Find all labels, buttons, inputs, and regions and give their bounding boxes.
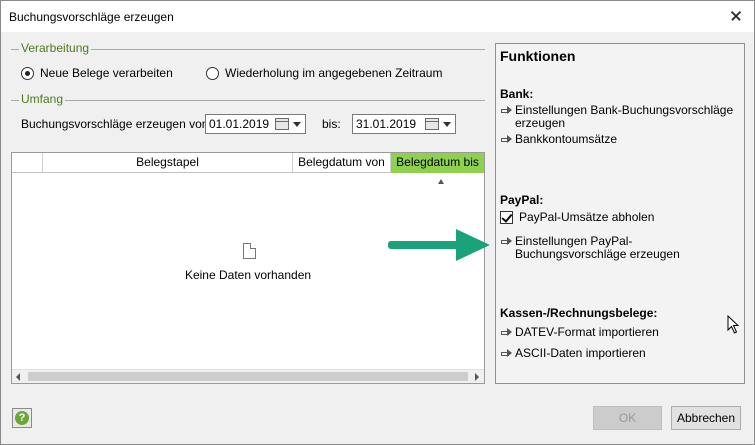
title-bar: Buchungsvorschläge erzeugen bbox=[1, 1, 754, 32]
link-label[interactable]: DATEV-Format importieren bbox=[515, 326, 659, 339]
chevron-down-icon[interactable] bbox=[293, 121, 301, 127]
close-icon[interactable] bbox=[722, 3, 750, 29]
radio-wiederholung[interactable]: Wiederholung im angegebenen Zeitraum bbox=[206, 65, 442, 81]
checkbox-label: PayPal-Umsätze abholen bbox=[519, 210, 655, 224]
arrow-right-icon bbox=[500, 326, 515, 338]
radio-label: Wiederholung im angegebenen Zeitraum bbox=[225, 66, 443, 80]
arrow-right-icon bbox=[500, 104, 515, 116]
umfang-group: Umfang bbox=[11, 92, 485, 107]
bank-section-title: Bank: bbox=[500, 87, 534, 101]
cancel-button[interactable]: Abbrechen bbox=[671, 406, 741, 430]
document-icon bbox=[243, 243, 256, 259]
radio-neue-belege[interactable]: Neue Belege verarbeiten bbox=[21, 65, 173, 81]
belegstapel-grid[interactable]: Belegstapel Belegdatum von Belegdatum bi… bbox=[11, 152, 485, 384]
verarbeitung-group-label: Verarbeitung bbox=[19, 41, 92, 55]
checkbox-checked-icon[interactable] bbox=[500, 210, 513, 224]
sort-ascending-icon bbox=[437, 179, 444, 185]
to-date-label: bis: bbox=[322, 117, 341, 131]
to-date-value[interactable]: 31.01.2019 bbox=[353, 117, 425, 131]
arrow-right-icon bbox=[500, 133, 515, 145]
help-button[interactable]: ? bbox=[12, 408, 32, 428]
link-label[interactable]: Einstellungen Bank-Buchungsvorschläge er… bbox=[515, 104, 736, 130]
annotation-arrow-shaft bbox=[388, 241, 460, 249]
paypal-section-title: PayPal: bbox=[500, 193, 544, 207]
column-header-label: Belegdatum bis bbox=[396, 155, 479, 169]
horizontal-scrollbar[interactable] bbox=[12, 369, 484, 383]
chevron-down-icon[interactable] bbox=[443, 121, 451, 127]
from-date-value[interactable]: 01.01.2019 bbox=[206, 117, 275, 131]
scroll-left-icon[interactable] bbox=[12, 370, 26, 383]
radio-selected-icon bbox=[21, 66, 34, 80]
link-label[interactable]: ASCII-Daten importieren bbox=[515, 347, 646, 360]
calendar-icon[interactable] bbox=[425, 118, 439, 130]
mouse-cursor-icon bbox=[727, 315, 740, 334]
arrow-right-icon bbox=[500, 347, 515, 359]
link-ascii-import[interactable]: ASCII-Daten importieren bbox=[500, 347, 736, 360]
column-header-belegdatum-von[interactable]: Belegdatum von bbox=[293, 153, 391, 173]
radio-unselected-icon bbox=[206, 66, 219, 80]
link-label[interactable]: Einstellungen PayPal-Buchungsvorschläge … bbox=[515, 235, 736, 261]
link-datev-import[interactable]: DATEV-Format importieren bbox=[500, 326, 736, 339]
link-paypal-einstellungen[interactable]: Einstellungen PayPal-Buchungsvorschläge … bbox=[500, 235, 736, 261]
scroll-right-icon[interactable] bbox=[470, 370, 484, 383]
group-divider bbox=[11, 100, 485, 101]
column-header-belegstapel[interactable]: Belegstapel bbox=[43, 153, 293, 173]
help-icon: ? bbox=[15, 411, 29, 425]
to-date-field[interactable]: 31.01.2019 bbox=[352, 114, 456, 134]
link-bank-einstellungen[interactable]: Einstellungen Bank-Buchungsvorschläge er… bbox=[500, 104, 736, 130]
link-label[interactable]: Bankkontoumsätze bbox=[515, 133, 617, 146]
paypal-umsaetze-checkbox[interactable]: PayPal-Umsätze abholen bbox=[500, 210, 654, 224]
panel-title: Funktionen bbox=[500, 48, 576, 64]
annotation-arrow-head bbox=[456, 229, 490, 261]
column-header-belegdatum-bis[interactable]: Belegdatum bis bbox=[391, 153, 484, 185]
arrow-right-icon bbox=[500, 235, 515, 247]
link-bankkontoumsaetze[interactable]: Bankkontoumsätze bbox=[500, 133, 736, 146]
kassen-section-title: Kassen-/Rechnungsbelege: bbox=[500, 306, 658, 320]
grid-header: Belegstapel Belegdatum von Belegdatum bi… bbox=[12, 153, 484, 185]
grid-header-selector[interactable] bbox=[12, 153, 43, 173]
annotation-arrow-icon bbox=[388, 229, 490, 261]
verarbeitung-group: Verarbeitung bbox=[11, 41, 485, 56]
from-date-field[interactable]: 01.01.2019 bbox=[205, 114, 306, 134]
calendar-icon[interactable] bbox=[275, 118, 289, 130]
from-date-label: Buchungsvorschläge erzeugen von: bbox=[21, 117, 212, 131]
radio-label: Neue Belege verarbeiten bbox=[40, 66, 173, 80]
scrollbar-thumb[interactable] bbox=[28, 372, 468, 381]
ok-button[interactable]: OK bbox=[593, 406, 662, 430]
umfang-group-label: Umfang bbox=[19, 92, 66, 106]
dialog-window: Buchungsvorschläge erzeugen Verarbeitung… bbox=[0, 0, 755, 445]
empty-state-text: Keine Daten vorhanden bbox=[184, 268, 312, 282]
functions-panel: Funktionen Bank: Einstellungen Bank-Buch… bbox=[495, 43, 745, 384]
window-title: Buchungsvorschläge erzeugen bbox=[9, 10, 174, 24]
